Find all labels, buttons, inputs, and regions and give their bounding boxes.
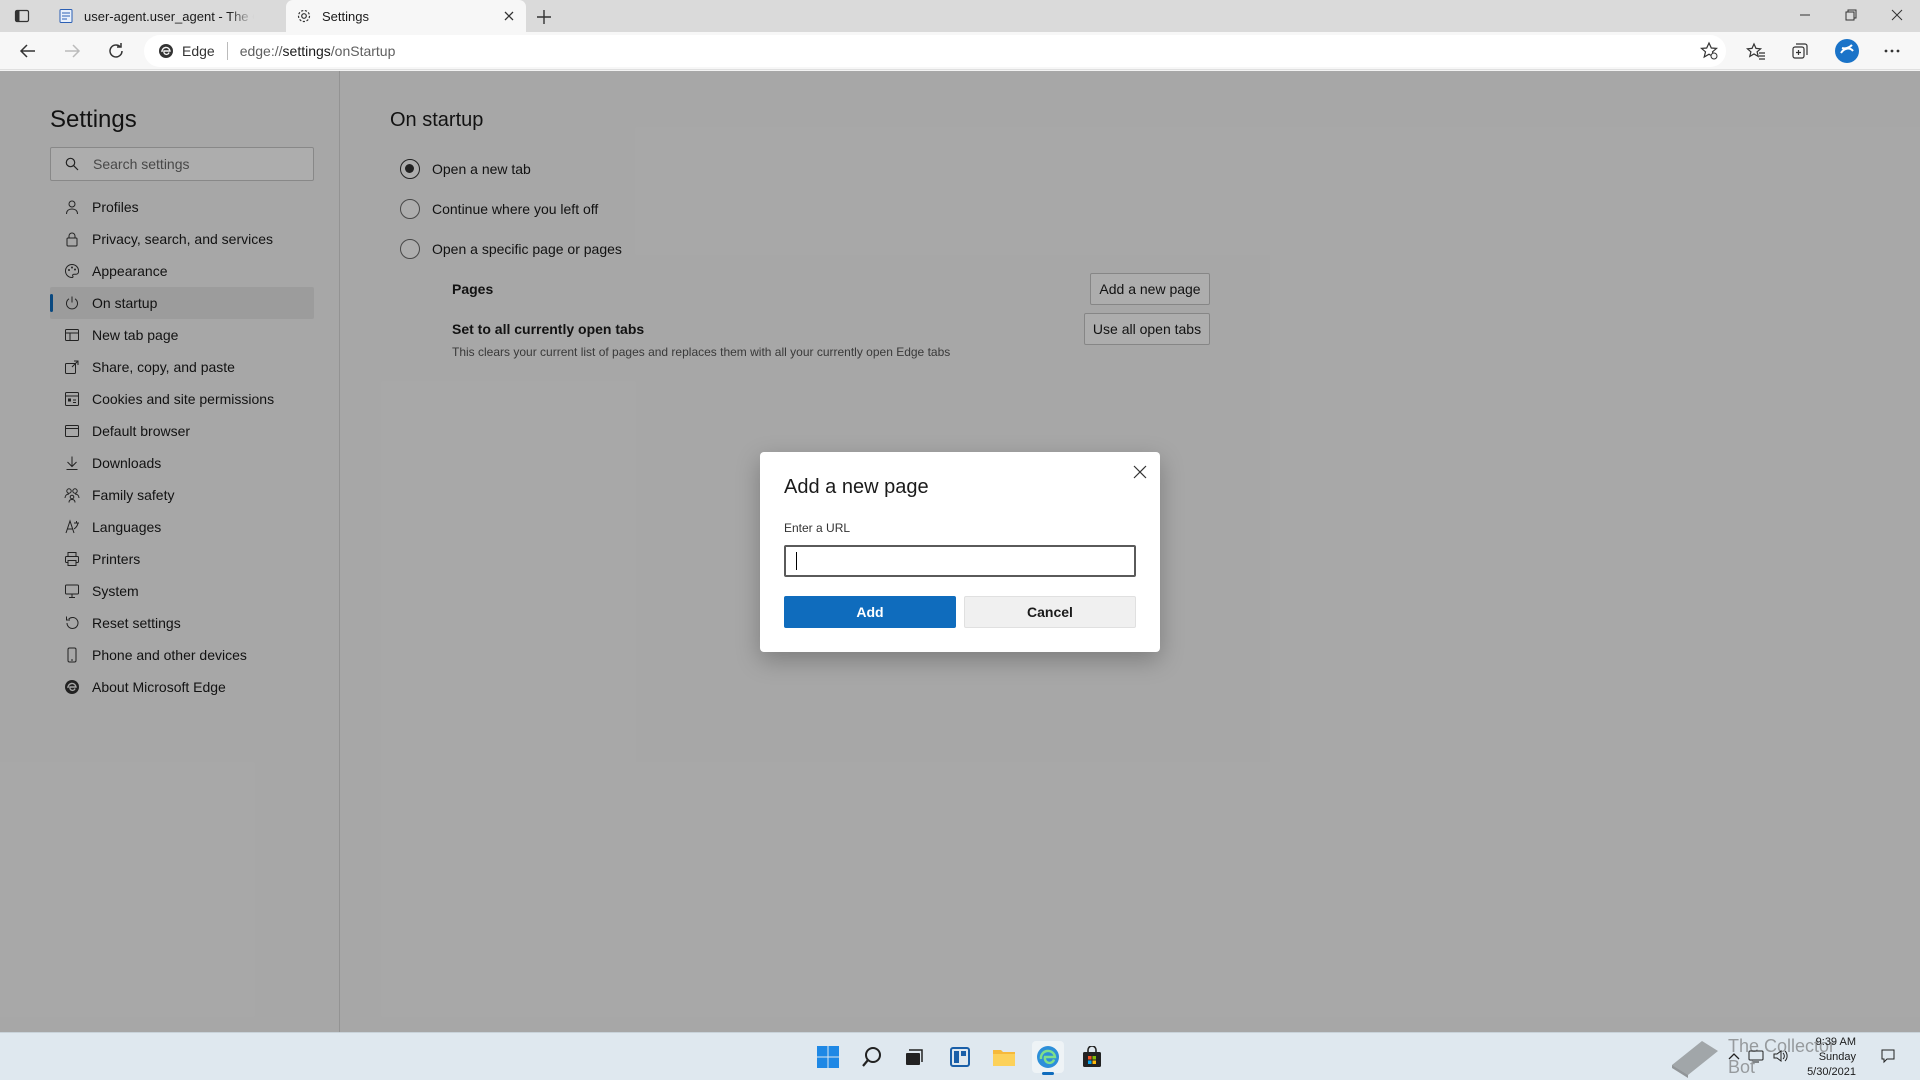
store-icon	[1081, 1046, 1103, 1068]
url-input[interactable]	[784, 545, 1136, 577]
add-button[interactable]: Add	[784, 596, 956, 628]
taskbar: The Collector Bot 9:39 AM Sunday 5/30/20…	[0, 1032, 1920, 1080]
clock-day: Sunday	[1818, 1051, 1856, 1063]
refresh-icon[interactable]	[106, 41, 126, 61]
tab-user-agent[interactable]: user-agent.user_agent - The Coll	[48, 0, 284, 32]
address-bar[interactable]: Edge edge://settings/onStartup	[144, 35, 1726, 67]
task-view-button[interactable]	[898, 1041, 930, 1073]
back-arrow-icon[interactable]	[18, 41, 38, 61]
url-field-label: Enter a URL	[784, 521, 851, 535]
edge-icon	[158, 43, 174, 59]
gear-icon	[296, 8, 312, 24]
edge-chip[interactable]: Edge	[158, 43, 215, 59]
edge-icon	[1036, 1045, 1060, 1069]
store-button[interactable]	[1076, 1041, 1108, 1073]
address-url: edge://settings/onStartup	[240, 43, 396, 59]
forward-arrow-icon[interactable]	[62, 41, 82, 61]
network-icon[interactable]	[1748, 1048, 1764, 1064]
file-explorer-button[interactable]	[988, 1041, 1020, 1073]
chevron-up-icon[interactable]	[1726, 1048, 1742, 1064]
favorites-icon[interactable]	[1746, 41, 1766, 61]
cancel-button[interactable]: Cancel	[964, 596, 1136, 628]
system-clock[interactable]: 9:39 AM Sunday 5/30/2021	[1807, 1035, 1856, 1080]
address-separator	[226, 42, 228, 60]
taskbar-search-button[interactable]	[856, 1041, 888, 1073]
tab-title: Settings	[322, 8, 369, 24]
tab-actions-icon[interactable]	[14, 8, 30, 24]
more-options-icon[interactable]	[1882, 41, 1902, 61]
edge-chip-label: Edge	[182, 43, 215, 59]
add-favorite-icon[interactable]	[1699, 41, 1719, 61]
clock-date: 5/30/2021	[1807, 1066, 1856, 1078]
widgets-icon	[949, 1046, 971, 1068]
windows-icon	[816, 1045, 840, 1069]
clock-time: 9:39 AM	[1815, 1036, 1856, 1048]
dialog-title: Add a new page	[784, 476, 929, 498]
close-icon[interactable]	[1132, 464, 1148, 480]
tab-title: user-agent.user_agent - The Coll	[84, 8, 254, 24]
restore-button[interactable]	[1828, 0, 1874, 30]
collections-icon[interactable]	[1790, 41, 1810, 61]
url-suffix: /onStartup	[330, 43, 396, 59]
title-bar: user-agent.user_agent - The Coll Setting…	[0, 0, 1920, 32]
url-main: settings	[282, 43, 331, 59]
toolbar: Edge edge://settings/onStartup	[0, 32, 1920, 70]
close-tab-icon[interactable]	[502, 9, 516, 23]
book-icon	[1668, 1035, 1722, 1079]
close-window-button[interactable]	[1874, 0, 1920, 30]
new-tab-button[interactable]	[534, 7, 554, 27]
tab-settings[interactable]: Settings	[286, 0, 526, 32]
url-prefix: edge://	[239, 43, 283, 59]
widgets-button[interactable]	[944, 1041, 976, 1073]
search-icon	[861, 1046, 883, 1068]
notification-icon[interactable]	[1880, 1048, 1896, 1064]
edge-taskbar-button[interactable]	[1032, 1041, 1064, 1075]
start-button[interactable]	[812, 1041, 844, 1073]
document-icon	[58, 8, 74, 24]
task-view-icon	[903, 1046, 925, 1068]
profile-avatar[interactable]	[1834, 38, 1860, 64]
add-page-dialog: Add a new page Enter a URL Add Cancel	[760, 452, 1160, 652]
volume-icon[interactable]	[1772, 1048, 1788, 1064]
text-caret	[796, 552, 797, 570]
folder-icon	[992, 1046, 1016, 1068]
minimize-button[interactable]	[1782, 0, 1828, 30]
